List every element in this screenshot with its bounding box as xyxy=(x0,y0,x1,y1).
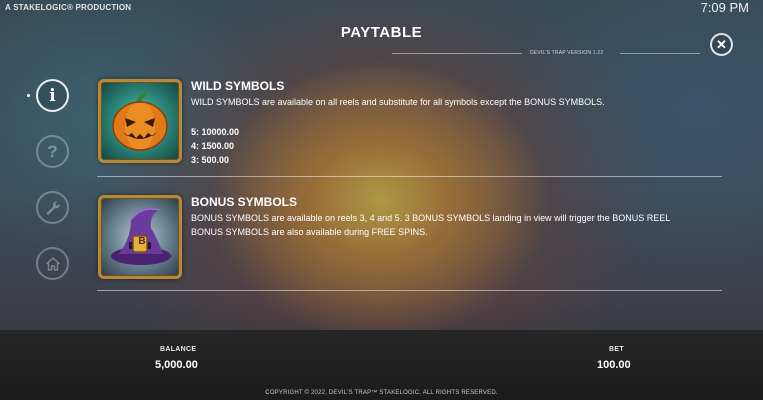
help-icon: ? xyxy=(47,141,58,161)
sidebar-item-settings[interactable] xyxy=(36,191,69,224)
divider xyxy=(620,53,700,54)
close-icon: ✕ xyxy=(716,36,727,52)
payout-row: 4: 1500.00 xyxy=(191,141,235,151)
balance-value: 5,000.00 xyxy=(155,359,198,371)
wrench-icon xyxy=(46,200,60,215)
wild-symbol-tile xyxy=(98,79,182,163)
sidebar-item-help[interactable]: ? xyxy=(36,135,69,168)
home-icon xyxy=(45,256,60,271)
close-button[interactable]: ✕ xyxy=(710,33,733,56)
section-heading: BONUS SYMBOLS xyxy=(191,195,298,209)
version-label: DEVIL'S TRAP VERSION 1.22 xyxy=(530,50,604,56)
active-indicator xyxy=(27,94,30,97)
hat-letter: B xyxy=(138,236,146,247)
clock: 7:09 PM xyxy=(700,0,749,15)
section-heading: WILD SYMBOLS xyxy=(191,79,285,93)
copyright-notice: COPYRIGHT © 2022, DEVIL'S TRAP™ STAKELOG… xyxy=(265,390,498,396)
section-divider xyxy=(97,176,722,177)
bonus-symbol-tile: B xyxy=(98,195,182,279)
bet-label: BET xyxy=(609,346,624,353)
info-icon: i xyxy=(49,85,56,106)
section-description: BONUS SYMBOLS are also available during … xyxy=(191,227,428,237)
balance-label: BALANCE xyxy=(160,346,197,353)
section-description: WILD SYMBOLS are available on all reels … xyxy=(191,97,605,107)
producer-credit: A STAKELOGIC® PRODUCTION xyxy=(5,3,132,12)
bet-value: 100.00 xyxy=(597,359,631,371)
payout-row: 5: 10000.00 xyxy=(191,127,240,137)
section-description: BONUS SYMBOLS are available on reels 3, … xyxy=(191,213,671,223)
section-divider xyxy=(97,290,722,291)
sidebar-item-home[interactable] xyxy=(36,247,69,280)
divider xyxy=(392,53,522,54)
sidebar-item-info[interactable]: i xyxy=(36,79,69,112)
jack-o-lantern-icon xyxy=(112,92,168,151)
payout-row: 3: 500.00 xyxy=(191,155,230,165)
page-title: PAYTABLE xyxy=(340,24,423,41)
top-bar: A STAKELOGIC® PRODUCTION 7:09 PM xyxy=(0,0,763,16)
